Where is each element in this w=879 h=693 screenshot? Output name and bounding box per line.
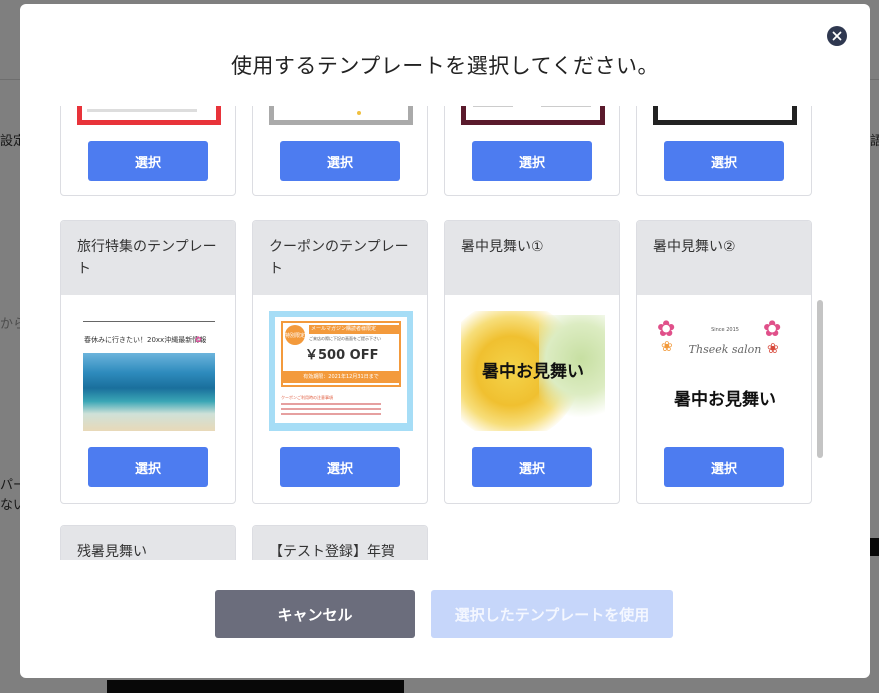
- coupon-title: メールマガジン購読者様限定: [309, 325, 399, 334]
- flower-icon: ✿: [195, 335, 202, 344]
- template-name: 旅行特集のテンプレート: [61, 221, 235, 295]
- template-thumbnail: [461, 106, 605, 125]
- select-button[interactable]: 選択: [280, 141, 400, 181]
- coupon-expiry: 有効期限：2021年12月31日まで: [283, 371, 399, 383]
- template-card[interactable]: クーポンのテンプレート 特別限定 メールマガジン購読者様限定 ご来店の際に下記の…: [252, 220, 428, 504]
- template-list[interactable]: 選択 選択 選択 選択 旅行特集のテンプレート 春休みに行きたい！20xx沖縄最…: [20, 106, 870, 560]
- modal-title: 使用するテンプレートを選択してください。: [230, 54, 660, 78]
- thumbnail-text: 春休みに行きたい！20xx沖縄最新情報: [84, 336, 207, 344]
- template-thumbnail: 特別限定 メールマガジン購読者様限定 ご来店の際に下記の画面をご提示下さい ￥5…: [269, 311, 413, 431]
- coupon-subtitle: ご来店の際に下記の画面をご提示下さい: [309, 336, 381, 341]
- select-button[interactable]: 選択: [472, 447, 592, 487]
- select-button[interactable]: 選択: [664, 447, 784, 487]
- select-button[interactable]: 選択: [88, 447, 208, 487]
- template-card[interactable]: 選択: [60, 106, 236, 196]
- template-card[interactable]: 選択: [252, 106, 428, 196]
- template-name: 残暑見舞い: [61, 526, 235, 560]
- close-button[interactable]: [827, 26, 847, 46]
- template-thumbnail: ✿ ❀ ✿ ❀ Since 2015 Thseek salon 暑中お見舞い: [653, 311, 797, 431]
- coupon-note: クーポンご利用時の注意事項: [281, 395, 333, 400]
- template-thumbnail: [269, 106, 413, 125]
- template-thumbnail: [653, 106, 797, 125]
- template-thumbnail: [77, 106, 221, 125]
- template-card[interactable]: 暑中見舞い② ✿ ❀ ✿ ❀ Since 2015 Thseek salon 暑…: [636, 220, 812, 504]
- close-icon: [832, 31, 842, 41]
- use-template-button[interactable]: 選択したテンプレートを使用: [431, 590, 673, 638]
- select-button[interactable]: 選択: [472, 141, 592, 181]
- template-name: 暑中見舞い②: [637, 221, 811, 295]
- template-card[interactable]: 残暑見舞い: [60, 525, 236, 560]
- cancel-button[interactable]: キャンセル: [215, 590, 415, 638]
- coupon-badge: 特別限定: [285, 325, 305, 345]
- template-card[interactable]: 旅行特集のテンプレート 春休みに行きたい！20xx沖縄最新情報 ✿ 選択: [60, 220, 236, 504]
- template-name: 【テスト登録】年賀: [253, 526, 427, 560]
- select-button[interactable]: 選択: [280, 447, 400, 487]
- salon-script: Thseek salon: [688, 343, 762, 356]
- coupon-price: ￥500 OFF: [305, 348, 379, 363]
- template-card[interactable]: 暑中見舞い① 暑中お見舞い 選択: [444, 220, 620, 504]
- template-select-modal: 使用するテンプレートを選択してください。 選択 選択 選択 選択 旅行特集のテン…: [20, 4, 870, 678]
- thumbnail-text: 暑中お見舞い: [482, 362, 584, 382]
- beach-photo: [83, 353, 215, 431]
- template-name: クーポンのテンプレート: [253, 221, 427, 295]
- scrollbar-thumb[interactable]: [817, 300, 823, 458]
- template-name: 暑中見舞い①: [445, 221, 619, 295]
- template-card[interactable]: 選択: [636, 106, 812, 196]
- salon-since: Since 2015: [711, 327, 739, 333]
- thumbnail-text: 暑中お見舞い: [674, 390, 776, 410]
- select-button[interactable]: 選択: [664, 141, 784, 181]
- template-thumbnail: 春休みに行きたい！20xx沖縄最新情報 ✿: [77, 311, 221, 431]
- select-button[interactable]: 選択: [88, 141, 208, 181]
- template-card[interactable]: 選択: [444, 106, 620, 196]
- template-thumbnail: 暑中お見舞い: [461, 311, 605, 431]
- template-card[interactable]: 【テスト登録】年賀: [252, 525, 428, 560]
